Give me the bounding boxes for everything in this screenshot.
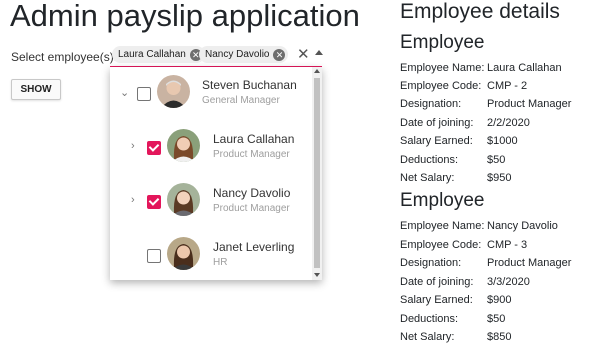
field-value: 2/2/2020 [487, 117, 530, 129]
tree-item-nancy-davolio[interactable]: › Nancy Davolio Product Manager [110, 175, 310, 229]
employee-multiselect[interactable]: Laura Callahan ✕ Nancy Davolio ✕ ✕ [110, 44, 323, 68]
employee-heading: Employee [400, 190, 485, 211]
field-label: Designation: [400, 98, 462, 110]
details-title: Employee details [400, 0, 560, 23]
field-value: $50 [487, 154, 506, 166]
chip-label: Nancy Davolio [205, 49, 270, 60]
popup-scrollbar[interactable] [312, 67, 322, 280]
tree-item-janet-leverling[interactable]: Janet Leverling HR [110, 229, 310, 280]
employee-name: Laura Callahan [213, 132, 295, 146]
scroll-up-arrow-icon[interactable] [314, 69, 320, 73]
clear-icon[interactable]: ✕ [297, 45, 310, 63]
field-label: Deductions: [400, 154, 459, 166]
field-label: Designation: [400, 257, 462, 269]
employee-name: Nancy Davolio [213, 186, 291, 200]
caret-up-icon[interactable] [315, 50, 323, 55]
checkbox-checked[interactable] [147, 141, 161, 155]
field-value: $50 [487, 313, 506, 325]
field-label: Salary Earned: [400, 294, 473, 306]
field-value: Product Manager [487, 257, 572, 269]
scroll-down-arrow-icon[interactable] [314, 273, 320, 277]
field-value: Nancy Davolio [487, 220, 558, 232]
chevron-right-icon[interactable]: › [131, 140, 135, 152]
employee-role: General Manager [202, 95, 280, 106]
field-value: CMP - 3 [487, 239, 528, 251]
chip-remove-icon[interactable]: ✕ [273, 48, 286, 61]
scroll-thumb[interactable] [314, 78, 320, 268]
field-value: $1000 [487, 135, 518, 147]
page-title: Admin payslip application [10, 0, 360, 33]
field-value: 3/3/2020 [487, 276, 530, 288]
avatar [157, 75, 190, 108]
field-label: Employee Name: [400, 62, 485, 74]
field-label: Date of joining: [400, 276, 474, 288]
chevron-right-icon[interactable]: › [131, 194, 135, 206]
employee-name: Steven Buchanan [202, 78, 297, 92]
field-value: $850 [487, 331, 512, 343]
tree-item-laura-callahan[interactable]: › Laura Callahan Product Manager [110, 121, 310, 175]
checkbox[interactable] [137, 87, 151, 101]
employee-heading: Employee [400, 32, 485, 53]
field-value: Laura Callahan [487, 62, 562, 74]
field-label: Deductions: [400, 313, 459, 325]
checkbox-checked[interactable] [147, 195, 161, 209]
tree-item-steven-buchanan[interactable]: ⌄ Steven Buchanan General Manager [110, 67, 310, 121]
field-value: CMP - 2 [487, 80, 528, 92]
employee-role: HR [213, 257, 228, 268]
employee-role: Product Manager [213, 203, 290, 214]
field-label: Employee Code: [400, 80, 482, 92]
avatar [167, 183, 200, 216]
avatar [167, 129, 200, 162]
field-value: Product Manager [487, 98, 572, 110]
chevron-down-icon[interactable]: ⌄ [120, 86, 129, 99]
chip-nancy-davolio[interactable]: Nancy Davolio ✕ [199, 46, 289, 63]
employee-name: Janet Leverling [213, 240, 295, 254]
field-label: Date of joining: [400, 117, 474, 129]
field-value: $900 [487, 294, 512, 306]
field-label: Employee Name: [400, 220, 485, 232]
field-label: Salary Earned: [400, 135, 473, 147]
field-value: $950 [487, 172, 512, 184]
field-label: Net Salary: [400, 331, 455, 343]
employee-tree-popup: ⌄ Steven Buchanan General Manager › Laur… [110, 67, 322, 280]
field-label: Net Salary: [400, 172, 455, 184]
employee-role: Product Manager [213, 149, 290, 160]
select-employee-label: Select employee(s): [11, 50, 118, 64]
field-label: Employee Code: [400, 239, 482, 251]
checkbox[interactable] [147, 249, 161, 263]
chip-label: Laura Callahan [118, 49, 186, 60]
avatar [167, 237, 200, 270]
show-button[interactable]: SHOW [11, 79, 61, 100]
chip-laura-callahan[interactable]: Laura Callahan ✕ [112, 46, 205, 63]
